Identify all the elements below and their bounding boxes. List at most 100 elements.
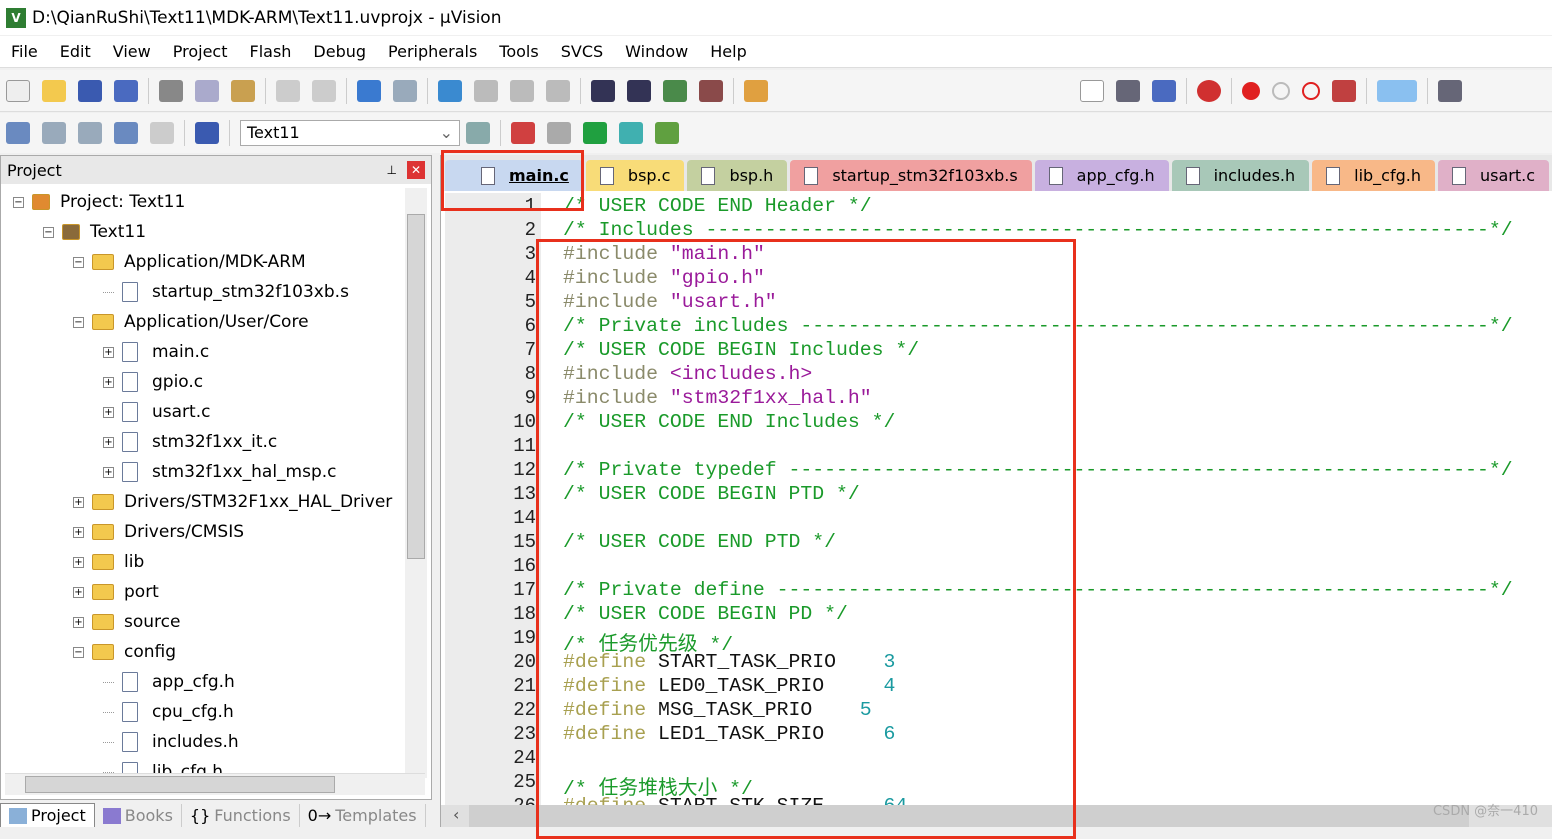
- code-line[interactable]: /* USER CODE END Header */: [563, 195, 872, 217]
- tree-item[interactable]: + lib: [73, 548, 144, 576]
- menu-tools[interactable]: Tools: [488, 42, 549, 61]
- expand-toggle-icon[interactable]: +: [103, 406, 114, 418]
- expand-toggle-icon[interactable]: −: [73, 646, 84, 658]
- code-line[interactable]: /* Includes ----------------------------…: [563, 219, 1513, 241]
- cut-icon[interactable]: [159, 79, 183, 102]
- find-icon[interactable]: [1116, 79, 1140, 102]
- tree-item[interactable]: + source: [73, 608, 180, 636]
- expand-toggle-icon[interactable]: +: [73, 496, 84, 508]
- kill-breakpoints-icon[interactable]: [1332, 79, 1356, 102]
- panel-tab-books[interactable]: Books: [95, 804, 182, 827]
- software-packs-icon[interactable]: [655, 122, 679, 144]
- panel-tab-templates[interactable]: 0→ Templates: [300, 804, 426, 827]
- menu-edit[interactable]: Edit: [49, 42, 102, 61]
- file-tab-lib-cfg-h[interactable]: lib_cfg.h: [1312, 160, 1435, 191]
- file-tab-bsp-c[interactable]: bsp.c: [585, 160, 685, 191]
- save-all-icon[interactable]: [114, 79, 138, 102]
- translate-icon[interactable]: [6, 122, 30, 144]
- navigate-back-icon[interactable]: [357, 79, 381, 102]
- pin-icon[interactable]: ⊥: [387, 163, 397, 177]
- tree-item[interactable]: − config: [73, 638, 176, 666]
- expand-toggle-icon[interactable]: +: [103, 346, 114, 358]
- tree-item[interactable]: + usart.c: [103, 398, 210, 426]
- expand-toggle-icon[interactable]: +: [73, 556, 84, 568]
- tree-item[interactable]: + gpio.c: [103, 368, 203, 396]
- panel-tab-functions[interactable]: {} Functions: [182, 804, 300, 827]
- open-folder-icon[interactable]: [42, 79, 66, 102]
- navigate-forward-icon[interactable]: [393, 79, 417, 102]
- tree-vertical-scrollbar[interactable]: [405, 188, 427, 778]
- tree-item[interactable]: − Application/User/Core: [73, 308, 309, 336]
- configure-icon[interactable]: [1438, 79, 1462, 102]
- menu-project[interactable]: Project: [162, 42, 239, 61]
- paste-icon[interactable]: [231, 79, 255, 102]
- undo-icon[interactable]: [276, 79, 300, 102]
- find-in-files-icon[interactable]: [744, 79, 768, 102]
- download-load-icon[interactable]: [195, 122, 219, 144]
- menu-window[interactable]: Window: [614, 42, 699, 61]
- save-icon[interactable]: [78, 79, 102, 102]
- window-layout-icon[interactable]: [1377, 79, 1417, 102]
- target-options-icon[interactable]: [466, 122, 490, 144]
- expand-toggle-icon[interactable]: +: [73, 616, 84, 628]
- menu-svcs[interactable]: SVCS: [550, 42, 614, 61]
- rebuild-icon[interactable]: [78, 122, 102, 144]
- tree-item[interactable]: cpu_cfg.h: [103, 698, 234, 726]
- bookmark-icon[interactable]: [438, 79, 462, 102]
- manage-runtime-icon[interactable]: [583, 122, 607, 144]
- file-tab-bsp-h[interactable]: bsp.h: [687, 160, 788, 191]
- uncomment-icon[interactable]: [699, 79, 723, 102]
- scrollbar-thumb[interactable]: [25, 776, 335, 793]
- select-packs-icon[interactable]: [547, 122, 571, 144]
- disable-breakpoint-icon[interactable]: [1272, 81, 1290, 100]
- disable-all-breakpoints-icon[interactable]: [1302, 81, 1320, 100]
- tree-item[interactable]: + Drivers/STM32F1xx_HAL_Driver: [73, 488, 392, 516]
- expand-toggle-icon[interactable]: −: [73, 256, 84, 268]
- close-panel-button[interactable]: ✕: [407, 161, 425, 179]
- tree-item[interactable]: + Drivers/CMSIS: [73, 518, 244, 546]
- redo-icon[interactable]: [312, 79, 336, 102]
- tree-item[interactable]: app_cfg.h: [103, 668, 235, 696]
- batch-build-icon[interactable]: [114, 122, 138, 144]
- next-bookmark-icon[interactable]: [510, 79, 534, 102]
- file-tab-usart-c[interactable]: usart.c: [1437, 160, 1549, 191]
- menu-flash[interactable]: Flash: [238, 42, 302, 61]
- copy-icon[interactable]: [195, 79, 219, 102]
- build-icon[interactable]: [42, 122, 66, 144]
- scrollbar-thumb[interactable]: [407, 214, 425, 559]
- menu-file[interactable]: File: [0, 42, 49, 61]
- tree-item[interactable]: + stm32f1xx_hal_msp.c: [103, 458, 337, 486]
- find-dropdown-icon[interactable]: [1080, 79, 1104, 102]
- expand-toggle-icon[interactable]: −: [13, 196, 24, 208]
- tree-item[interactable]: startup_stm32f103xb.s: [103, 278, 349, 306]
- tree-item[interactable]: − Application/MDK-ARM: [73, 248, 306, 276]
- expand-toggle-icon[interactable]: +: [73, 586, 84, 598]
- incremental-find-icon[interactable]: [1152, 79, 1176, 102]
- tree-item[interactable]: + stm32f1xx_it.c: [103, 428, 277, 456]
- target-select[interactable]: Text11 ⌄: [240, 120, 460, 146]
- expand-toggle-icon[interactable]: +: [103, 376, 114, 388]
- pack-installer-icon[interactable]: [619, 122, 643, 144]
- tree-horizontal-scrollbar[interactable]: [5, 773, 425, 795]
- indent-icon[interactable]: [591, 79, 615, 102]
- expand-toggle-icon[interactable]: −: [73, 316, 84, 328]
- tree-item[interactable]: includes.h: [103, 728, 239, 756]
- tree-item[interactable]: + port: [73, 578, 159, 606]
- clear-bookmarks-icon[interactable]: [546, 79, 570, 102]
- menu-help[interactable]: Help: [699, 42, 757, 61]
- file-tab-startup-stm32f103xb-s[interactable]: startup_stm32f103xb.s: [790, 160, 1032, 191]
- breakpoint-icon[interactable]: [1242, 81, 1260, 100]
- menu-view[interactable]: View: [102, 42, 162, 61]
- tree-item[interactable]: + main.c: [103, 338, 209, 366]
- expand-toggle-icon[interactable]: +: [103, 466, 114, 478]
- tree-item[interactable]: − Project: Text11: [13, 188, 185, 216]
- menu-debug[interactable]: Debug: [302, 42, 377, 61]
- file-tab-app-cfg-h[interactable]: app_cfg.h: [1034, 160, 1169, 191]
- manage-project-items-icon[interactable]: [511, 122, 535, 144]
- comment-icon[interactable]: [663, 79, 687, 102]
- menu-peripherals[interactable]: Peripherals: [377, 42, 488, 61]
- debug-session-icon[interactable]: [1197, 79, 1221, 102]
- prev-bookmark-icon[interactable]: [474, 79, 498, 102]
- stop-build-icon[interactable]: [150, 122, 174, 144]
- expand-toggle-icon[interactable]: −: [43, 226, 54, 238]
